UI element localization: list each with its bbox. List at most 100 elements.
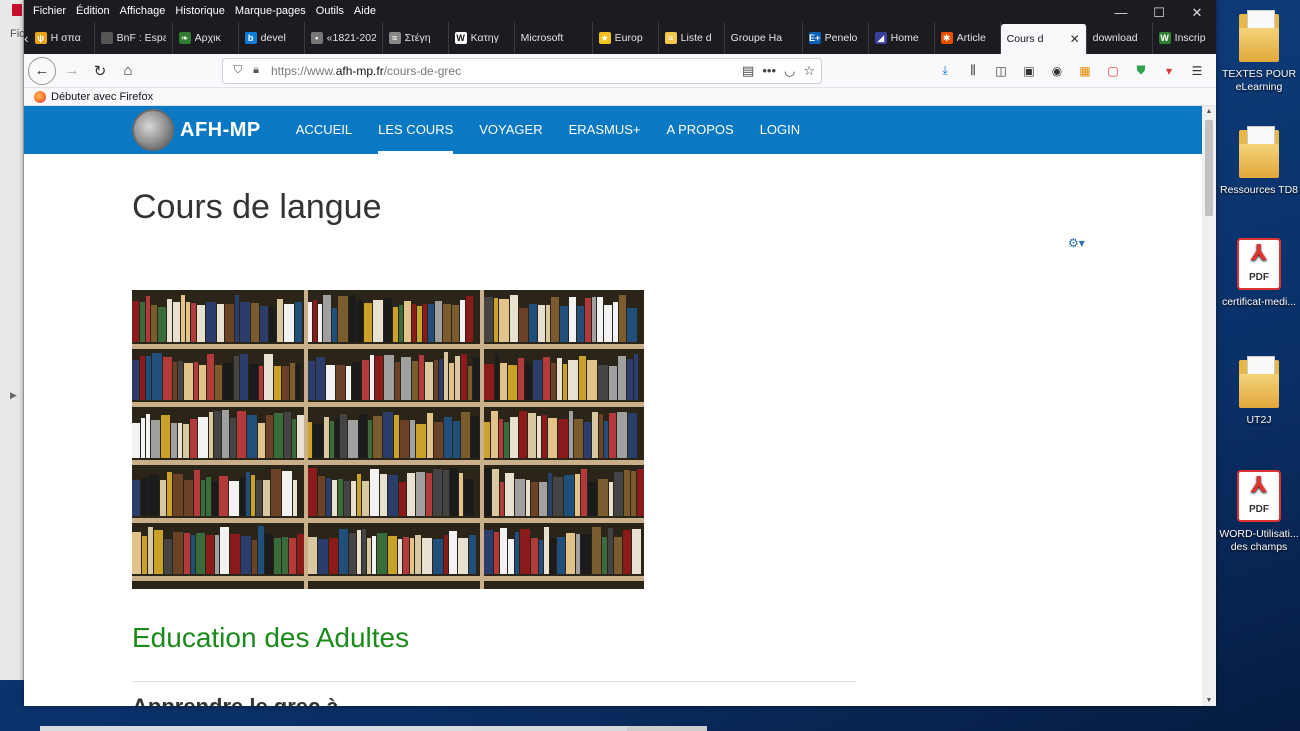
w-green-icon: W xyxy=(1158,32,1171,44)
forward-button[interactable]: → xyxy=(58,57,86,85)
pocket-icon[interactable]: ◡ xyxy=(784,63,795,79)
library-icon[interactable]: ⫼ xyxy=(964,62,982,80)
menu-edition[interactable]: Édition xyxy=(71,5,115,17)
desktop-icon-2[interactable]: ⅄ PDF certificat-medi... xyxy=(1219,238,1299,309)
book-spine xyxy=(508,365,517,400)
back-button[interactable]: ← xyxy=(28,56,56,85)
pdf-file-icon: ⅄ PDF xyxy=(1237,238,1281,290)
shelf-plank xyxy=(484,576,644,581)
page-scrollbar[interactable]: ▲ ▼ xyxy=(1202,106,1216,706)
gear-icon[interactable]: ⚙▾ xyxy=(1068,236,1085,250)
tab-3[interactable]: b devel xyxy=(239,22,305,54)
book-spine xyxy=(500,527,507,574)
toolbar-icons: ⤓ ⫼ ◫ ▣ ◉ ▦ ▢ ⛊ ▾ ☰ xyxy=(936,62,1212,80)
site-nav-a-propos[interactable]: A PROPOS xyxy=(654,106,747,154)
reader-view-icon[interactable]: ▤ xyxy=(742,63,754,79)
tab-6[interactable]: W Κατηγ xyxy=(449,22,515,54)
book-spine xyxy=(215,364,222,400)
book-spine xyxy=(160,480,166,516)
tab-5[interactable]: ≈ Στέγη xyxy=(383,22,449,54)
account-icon[interactable]: ◉ xyxy=(1048,62,1066,80)
site-nav-accueil[interactable]: ACCUEIL xyxy=(283,106,365,154)
scroll-down-icon[interactable]: ▼ xyxy=(1202,697,1216,704)
scrollbar-thumb[interactable] xyxy=(1205,120,1213,216)
page-actions-icon[interactable]: ••• xyxy=(762,63,776,79)
shelf-plank xyxy=(484,402,644,407)
tab-0[interactable]: ψΗ σπα xyxy=(29,22,95,54)
desktop-icon-3[interactable]: UT2J xyxy=(1219,356,1299,427)
maximize-icon[interactable]: ☐ xyxy=(1140,0,1178,22)
book-spine xyxy=(484,422,490,458)
download-icon[interactable]: ⤓ xyxy=(936,62,954,80)
book-spine xyxy=(614,471,623,516)
site-nav-login[interactable]: LOGIN xyxy=(747,106,813,154)
reload-button[interactable]: ↻ xyxy=(86,57,114,85)
minimize-icon[interactable]: — xyxy=(1102,0,1140,22)
tab-4[interactable]: ▪ «1821-202 xyxy=(305,22,383,54)
close-tab-icon[interactable]: ✕ xyxy=(1070,32,1080,46)
book-spine xyxy=(132,480,140,516)
tab-11[interactable]: E+ Penelo xyxy=(803,22,869,54)
tab-16[interactable]: W Inscrip xyxy=(1153,22,1216,54)
book-spine xyxy=(152,353,162,400)
tab-7[interactable]: Microsoft xyxy=(515,22,593,54)
expand-arrow-icon[interactable]: ▶ xyxy=(10,390,17,401)
book-spine xyxy=(388,475,398,516)
desktop-icon-1[interactable]: Ressources TD8 xyxy=(1219,126,1299,197)
site-nav-les-cours[interactable]: LES COURS xyxy=(365,106,466,154)
book-spine xyxy=(426,473,432,516)
tab-13[interactable]: ✱ Article xyxy=(935,22,1001,54)
screenshot-icon[interactable]: ▣ xyxy=(1020,62,1038,80)
scroll-up-icon[interactable]: ▲ xyxy=(1202,108,1216,115)
book-spine xyxy=(410,420,415,458)
site-logo[interactable]: AFH-MP xyxy=(132,109,261,151)
tab-9[interactable]: ≡ Liste d xyxy=(659,22,725,54)
menu-fichier[interactable]: Fichier xyxy=(28,5,71,17)
desktop-icon-label: Ressources TD8 xyxy=(1219,184,1298,196)
desktop-icon-0[interactable]: TEXTES POUR eLearning xyxy=(1219,10,1299,94)
book-spine xyxy=(422,537,432,574)
book-spine xyxy=(237,411,246,458)
tab-15[interactable]: download xyxy=(1087,22,1153,54)
close-window-icon[interactable]: ✕ xyxy=(1178,0,1216,22)
site-nav-erasmus[interactable]: ERASMUS+ xyxy=(556,106,654,154)
tab-10[interactable]: Groupe Ha xyxy=(725,22,803,54)
book-spine xyxy=(132,300,139,342)
book-spine xyxy=(484,529,493,574)
bookmark-star-icon[interactable]: ☆ xyxy=(803,63,815,79)
tab-2[interactable]: ❧ Αρχικ xyxy=(173,22,239,54)
tab-1[interactable]: BnF : Espa xyxy=(95,22,173,54)
bookmark-item[interactable]: Débuter avec Firefox xyxy=(51,91,153,103)
menu-outils[interactable]: Outils xyxy=(311,5,349,17)
book-spine xyxy=(375,355,383,400)
home-button[interactable]: ⌂ xyxy=(114,57,142,85)
sidebar-icon[interactable]: ◫ xyxy=(992,62,1010,80)
lock-icon[interactable]: 🔒︎ xyxy=(247,64,265,77)
extension-pocket-icon[interactable]: ▢ xyxy=(1104,62,1122,80)
shelf-plank xyxy=(308,460,480,465)
url-bar[interactable]: ⛉ 🔒︎ https://www.afh-mp.fr/cours-de-grec… xyxy=(222,57,822,84)
desktop-icon-label: UT2J xyxy=(1246,414,1272,426)
extension-shield-icon[interactable]: ⛊ xyxy=(1132,62,1150,80)
extension-download-icon[interactable]: ▾ xyxy=(1160,62,1178,80)
book-spine xyxy=(492,469,499,516)
url-text[interactable]: https://www.afh-mp.fr/cours-de-grec xyxy=(271,64,461,78)
site-nav-voyager[interactable]: VOYAGER xyxy=(466,106,555,154)
tab-8[interactable]: ★ Europ xyxy=(593,22,659,54)
bookshelf-column xyxy=(484,290,644,589)
tab-14[interactable]: Cours d ✕ xyxy=(1000,24,1087,54)
book-spine xyxy=(581,468,587,516)
menu-historique[interactable]: Historique xyxy=(170,5,230,17)
tab-12[interactable]: ◢ Home xyxy=(869,22,935,54)
shield-icon[interactable]: ⛉ xyxy=(229,64,247,77)
tab-label: Η σπα xyxy=(50,32,81,44)
book-spine xyxy=(510,417,518,458)
menu-aide[interactable]: Aide xyxy=(349,5,381,17)
menu-marque-pages[interactable]: Marque-pages xyxy=(230,5,311,17)
desktop-icon-4[interactable]: ⅄ PDF WORD-Utilisati... des champs xyxy=(1219,470,1299,554)
menu-affichage[interactable]: Affichage xyxy=(115,5,171,17)
bookshelf-row xyxy=(308,294,480,342)
extension-rss-icon[interactable]: ▦ xyxy=(1076,62,1094,80)
joomla-icon: ✱ xyxy=(940,32,953,44)
hamburger-menu-icon[interactable]: ☰ xyxy=(1188,62,1206,80)
